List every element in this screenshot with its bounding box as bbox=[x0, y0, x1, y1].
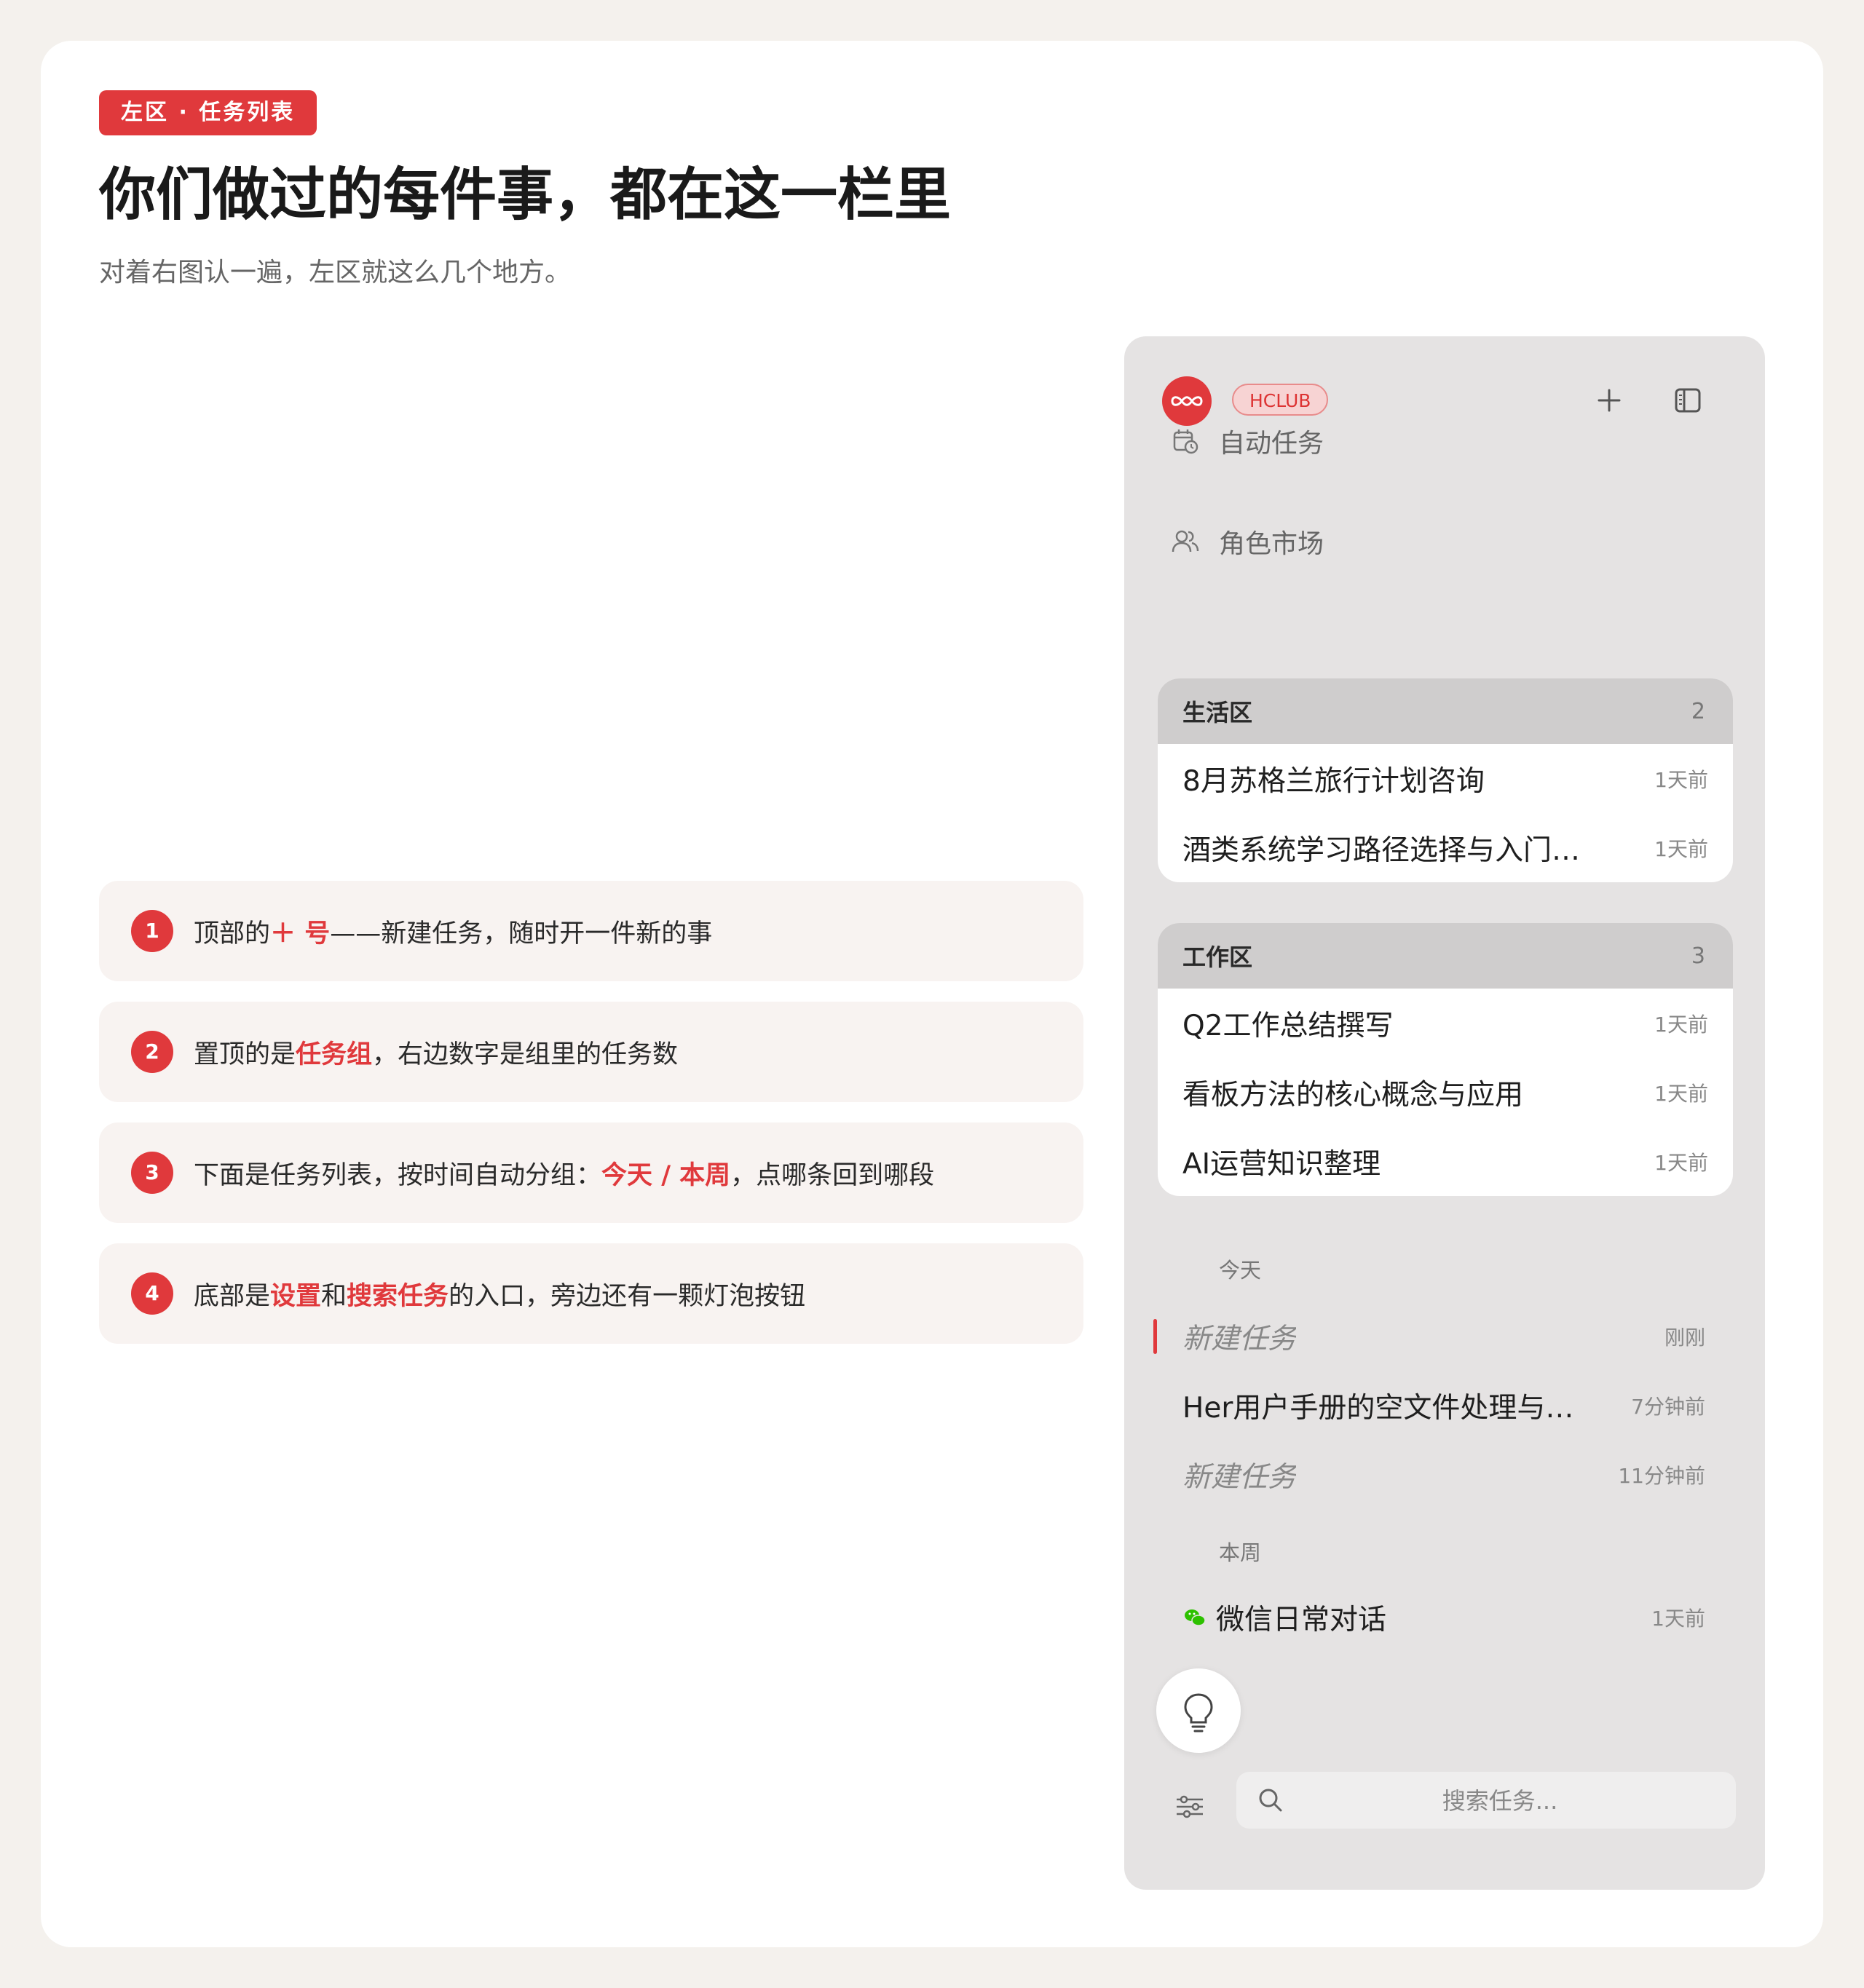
task-row[interactable]: Her用户手册的空文件处理与… 7分钟前 bbox=[1153, 1371, 1736, 1440]
group-task-row[interactable]: 8月苏格兰旅行计划咨询 1天前 bbox=[1158, 744, 1733, 813]
note-text: 顶部的＋ 号——新建任务，随时开一件新的事 bbox=[194, 913, 712, 950]
note-text-part: 和 bbox=[321, 1281, 347, 1311]
note-number: 1 bbox=[131, 910, 173, 952]
workspace-badge[interactable]: HCLUB bbox=[1232, 384, 1329, 416]
task-time: 1天前 bbox=[1654, 1150, 1708, 1175]
task-sidebar-panel: HCLUB 自动任务 角色市场 生活区 2 8月苏格兰旅行计划咨询 1天前 酒类… bbox=[1124, 336, 1765, 1890]
task-time: 刚刚 bbox=[1664, 1325, 1705, 1350]
group-task-row[interactable]: AI运营知识整理 1天前 bbox=[1158, 1127, 1733, 1196]
group-task-row[interactable]: Q2工作总结撰写 1天前 bbox=[1158, 989, 1733, 1058]
note-text-part: 的入口，旁边还有一颗灯泡按钮 bbox=[449, 1281, 806, 1311]
note-highlight: 设置 bbox=[270, 1281, 322, 1311]
note-text-part: 底部是 bbox=[194, 1281, 271, 1311]
lightbulb-icon bbox=[1184, 1693, 1213, 1732]
task-group-life: 生活区 2 8月苏格兰旅行计划咨询 1天前 酒类系统学习路径选择与入门… 1天前 bbox=[1158, 678, 1733, 882]
search-box bbox=[1236, 1772, 1736, 1830]
nav-label: 角色市场 bbox=[1219, 529, 1324, 559]
nav-auto-tasks[interactable]: 自动任务 bbox=[1171, 419, 1324, 463]
note-highlight: ＋ 号 bbox=[270, 919, 331, 949]
app-logo[interactable] bbox=[1162, 376, 1212, 426]
page-subtitle: 对着右图认一遍，左区就这么几个地方。 bbox=[99, 258, 572, 288]
lightbulb-button[interactable] bbox=[1156, 1668, 1241, 1753]
toggle-sidebar-button[interactable] bbox=[1669, 381, 1707, 419]
task-time: 1天前 bbox=[1654, 767, 1708, 792]
section-label-today: 今天 bbox=[1219, 1258, 1262, 1283]
note-item: 4 底部是设置和搜索任务的入口，旁边还有一颗灯泡按钮 bbox=[99, 1243, 1083, 1344]
task-title: 8月苏格兰旅行计划咨询 bbox=[1182, 764, 1485, 798]
group-header[interactable]: 生活区 2 bbox=[1158, 678, 1733, 744]
page-title: 你们做过的每件事，都在这一栏里 bbox=[99, 162, 952, 228]
group-task-row[interactable]: 看板方法的核心概念与应用 1天前 bbox=[1158, 1058, 1733, 1127]
note-text-part: ，点哪条回到哪段 bbox=[730, 1160, 935, 1190]
group-header[interactable]: 工作区 3 bbox=[1158, 923, 1733, 989]
group-name: 工作区 bbox=[1182, 943, 1253, 971]
note-item: 3 下面是任务列表，按时间自动分组：今天 / 本周，点哪条回到哪段 bbox=[99, 1122, 1083, 1223]
search-input[interactable] bbox=[1295, 1772, 1705, 1830]
task-title: Q2工作总结撰写 bbox=[1182, 1009, 1394, 1042]
note-number: 2 bbox=[131, 1031, 173, 1073]
calendar-clock-icon bbox=[1173, 429, 1198, 454]
group-name: 生活区 bbox=[1182, 699, 1253, 726]
task-title: 看板方法的核心概念与应用 bbox=[1182, 1078, 1524, 1112]
task-time: 11分钟前 bbox=[1618, 1463, 1705, 1488]
note-text-part: ——新建任务，随时开一件新的事 bbox=[330, 919, 713, 949]
section-tag: 左区 · 任务列表 bbox=[99, 90, 317, 135]
task-title: Her用户手册的空文件处理与… bbox=[1182, 1391, 1574, 1425]
settings-button[interactable] bbox=[1172, 1789, 1207, 1824]
active-indicator bbox=[1153, 1319, 1157, 1354]
task-time: 1天前 bbox=[1654, 1081, 1708, 1106]
plus-icon bbox=[1598, 389, 1621, 412]
note-number: 3 bbox=[131, 1152, 173, 1194]
infinity-logo-icon bbox=[1171, 396, 1203, 406]
settings-sliders-icon bbox=[1177, 1795, 1203, 1818]
task-title: 新建任务 bbox=[1182, 1460, 1297, 1494]
note-text: 下面是任务列表，按时间自动分组：今天 / 本周，点哪条回到哪段 bbox=[194, 1155, 934, 1192]
task-title: AI运营知识整理 bbox=[1182, 1147, 1381, 1181]
task-time: 1天前 bbox=[1654, 1012, 1708, 1037]
note-highlight: 今天 / 本周 bbox=[601, 1160, 731, 1190]
task-title-wrap: 微信日常对话 bbox=[1182, 1597, 1386, 1638]
section-label-week: 本周 bbox=[1219, 1540, 1262, 1565]
task-time: 1天前 bbox=[1651, 1606, 1705, 1631]
group-task-row[interactable]: 酒类系统学习路径选择与入门… 1天前 bbox=[1158, 813, 1733, 882]
task-group-work: 工作区 3 Q2工作总结撰写 1天前 看板方法的核心概念与应用 1天前 AI运营… bbox=[1158, 923, 1733, 1196]
note-text: 置顶的是任务组，右边数字是组里的任务数 bbox=[194, 1034, 678, 1071]
task-title: 新建任务 bbox=[1182, 1322, 1297, 1355]
note-highlight: 搜索任务 bbox=[347, 1281, 449, 1311]
task-time: 1天前 bbox=[1654, 836, 1708, 861]
note-text-part: 下面是任务列表，按时间自动分组： bbox=[194, 1160, 602, 1190]
task-row[interactable]: 新建任务 11分钟前 bbox=[1153, 1440, 1736, 1509]
task-row-active[interactable]: 新建任务 刚刚 bbox=[1153, 1302, 1736, 1371]
task-title: 微信日常对话 bbox=[1216, 1603, 1387, 1636]
new-task-button[interactable] bbox=[1590, 381, 1628, 419]
sidebar-toggle-icon bbox=[1675, 388, 1701, 413]
wechat-icon bbox=[1185, 1609, 1206, 1626]
group-count: 2 bbox=[1691, 698, 1705, 724]
search-icon bbox=[1259, 1789, 1282, 1812]
note-item: 1 顶部的＋ 号——新建任务，随时开一件新的事 bbox=[99, 881, 1083, 981]
note-text: 底部是设置和搜索任务的入口，旁边还有一颗灯泡按钮 bbox=[194, 1275, 805, 1312]
note-highlight: 任务组 bbox=[296, 1039, 373, 1069]
note-text-part: ，右边数字是组里的任务数 bbox=[372, 1039, 679, 1069]
note-item: 2 置顶的是任务组，右边数字是组里的任务数 bbox=[99, 1002, 1083, 1102]
task-title: 酒类系统学习路径选择与入门… bbox=[1182, 833, 1581, 867]
note-number: 4 bbox=[131, 1272, 173, 1315]
users-icon bbox=[1172, 530, 1199, 553]
task-time: 7分钟前 bbox=[1631, 1394, 1705, 1419]
notes-list: 1 顶部的＋ 号——新建任务，随时开一件新的事 2 置顶的是任务组，右边数字是组… bbox=[99, 881, 1083, 1364]
task-row[interactable]: 微信日常对话 1天前 bbox=[1153, 1583, 1736, 1652]
nav-role-market[interactable]: 角色市场 bbox=[1171, 520, 1324, 563]
note-text-part: 顶部的 bbox=[194, 919, 271, 949]
nav-label: 自动任务 bbox=[1219, 429, 1324, 459]
group-count: 3 bbox=[1691, 943, 1705, 969]
note-text-part: 置顶的是 bbox=[194, 1039, 296, 1069]
